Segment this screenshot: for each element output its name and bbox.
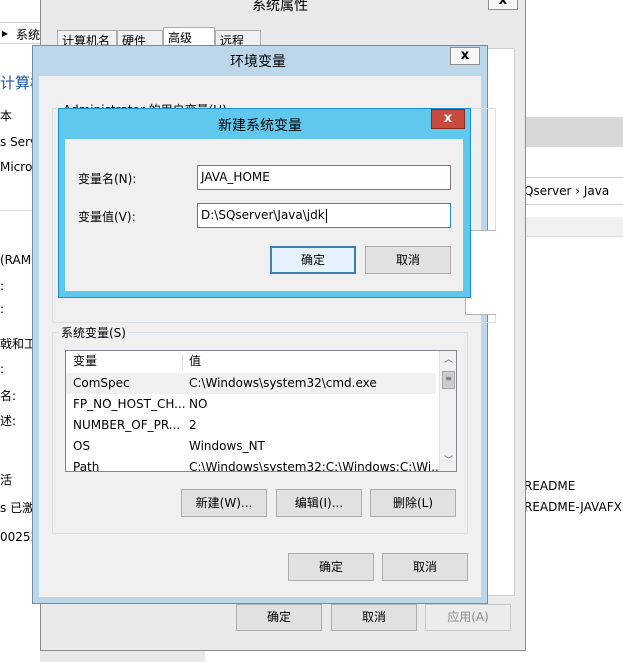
breadcrumb[interactable]: 系统 [16,26,40,43]
row-name: Path [73,460,100,472]
file-readme-javafx[interactable]: README-JAVAFX [524,500,622,514]
left-line-9: 名: [0,389,17,403]
list-scrollbar[interactable]: ︿ ≡ ﹀ [439,351,456,471]
left-line-10: 述: [0,414,17,428]
system-variables-list[interactable]: 变量 值 ComSpec C:\Windows\system32\cmd.exe… [65,350,457,472]
variable-name-input[interactable]: JAVA_HOME [197,165,451,190]
column-header-value[interactable]: 值 [189,351,201,372]
new-variable-button[interactable]: 新建(W)... [181,489,267,517]
variable-value-label: 变量值(V): [78,210,136,224]
system-properties-apply-button[interactable]: 应用(A) [425,604,511,631]
system-properties-close-button[interactable]: x [488,0,518,10]
new-var-ok-button[interactable]: 确定 [270,246,356,274]
env-ok-button[interactable]: 确定 [288,553,374,581]
left-line-6: : [0,302,5,316]
row-value: Windows_NT [189,439,265,453]
left-line-3: Micro [0,160,33,174]
text-cursor [325,208,327,223]
table-row[interactable]: OS Windows_NT [66,436,436,457]
environment-variables-title: 环境变量 [230,54,286,70]
table-row[interactable]: ComSpec C:\Windows\system32\cmd.exe [66,373,436,394]
column-header-divider [182,354,183,370]
scroll-up-icon[interactable]: ︿ [442,353,455,367]
scroll-down-icon[interactable]: ﹀ [442,454,455,468]
system-properties-ok-button[interactable]: 确定 [236,604,322,631]
new-system-variable-title: 新建系统变量 [218,118,302,134]
row-name: OS [73,439,91,453]
row-value: NO [189,397,208,411]
row-name: FP_NO_HOST_CH... [73,397,186,411]
system-variables-label: 系统变量(S) [59,324,128,341]
list-header: 变量 值 [66,351,436,374]
row-value: 2 [189,418,197,432]
column-header-name[interactable]: 变量 [73,351,97,372]
table-row[interactable]: FP_NO_HOST_CH... NO [66,394,436,415]
environment-variables-close-button[interactable]: x [450,47,480,65]
row-name: ComSpec [73,376,130,390]
left-line-4: (RAM [0,253,32,267]
system-properties-title: 系统属性 [252,0,308,14]
left-line-11: 活 [0,473,13,487]
explorer-right-column-bar [520,217,623,237]
left-line-8: : [0,362,5,376]
explorer-right-path[interactable]: Qserver › Java [524,184,609,198]
left-line-12: s 已激 [0,501,35,515]
table-row[interactable]: NUMBER_OF_PR... 2 [66,415,436,436]
left-line-7: 戟和工 [0,337,37,351]
env-cancel-button[interactable]: 取消 [382,553,468,581]
edit-variable-button[interactable]: 编辑(I)... [276,489,362,517]
left-line-5: : [0,279,5,293]
row-value: C:\Windows\system32;C:\Windows;C:\Wi... [189,460,443,472]
new-system-variable-close-button[interactable]: x [431,109,465,129]
explorer-bottom-edge [40,650,205,662]
left-line-1: 本 [0,109,13,123]
variable-value-input[interactable]: D:\SQserver\Java\jdk [197,203,451,228]
delete-variable-button[interactable]: 删除(L) [370,489,456,517]
system-properties-cancel-button[interactable]: 取消 [331,604,417,631]
file-readme[interactable]: README [524,479,575,493]
variable-name-label: 变量名(N): [78,172,137,186]
table-row[interactable]: Path C:\Windows\system32;C:\Windows;C:\W… [66,457,443,472]
new-var-cancel-button[interactable]: 取消 [365,246,451,274]
breadcrumb-arrow-icon: ▸ [2,26,9,40]
explorer-right-header [520,117,623,147]
scroll-thumb[interactable]: ≡ [442,371,455,389]
left-divider [0,210,34,211]
row-name: NUMBER_OF_PR... [73,418,181,432]
row-value: C:\Windows\system32\cmd.exe [189,376,377,390]
variable-value-text: D:\SQserver\Java\jdk [201,208,325,222]
